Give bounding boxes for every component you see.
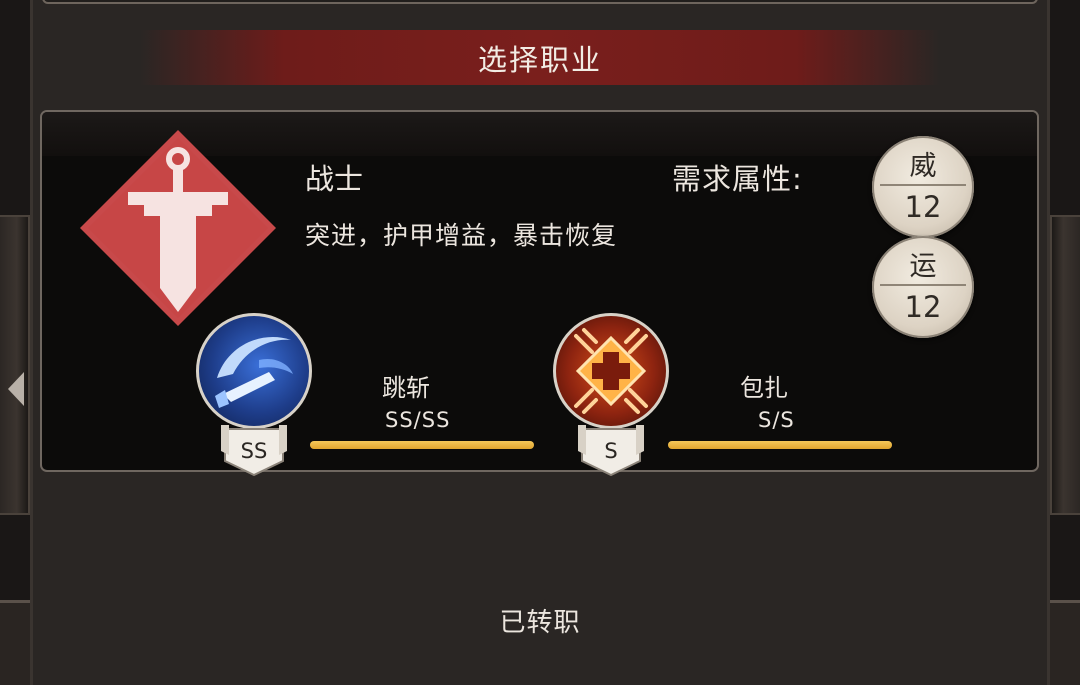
requirement-stat-coin: 威 12: [872, 136, 974, 238]
right-side-frame: [1050, 215, 1080, 515]
rank-text: S: [604, 439, 618, 463]
skill-icon-button[interactable]: [553, 313, 669, 429]
skill-name: 包扎: [740, 374, 788, 402]
bandage-cross-icon: [574, 328, 648, 414]
stat-name: 运: [909, 251, 937, 282]
requirement-label: 需求属性:: [672, 162, 803, 196]
coin-divider: [880, 284, 966, 286]
requirement-stat-coin: 运 12: [872, 236, 974, 338]
skill-grade: SS/SS: [385, 408, 451, 432]
left-side-frame: [0, 215, 30, 515]
class-name: 战士: [305, 162, 364, 196]
rank-badge-label: S: [578, 425, 644, 477]
skill-icon-button[interactable]: [196, 313, 312, 429]
class-description: 突进，护甲增益，暴击恢复: [305, 221, 618, 250]
stat-value: 12: [904, 190, 942, 224]
rank-text: SS: [240, 439, 268, 463]
dialog-title: 选择职业: [477, 42, 602, 77]
leap-slash-icon: [215, 337, 293, 408]
skill-name: 跳斩: [382, 374, 430, 402]
coin-divider: [880, 184, 966, 186]
skill-grade: S/S: [758, 408, 795, 432]
stat-value: 12: [904, 290, 942, 324]
rank-badge-label: SS: [221, 425, 287, 477]
skill-progress-bar: [310, 441, 534, 449]
class-status-button[interactable]: 已转职: [0, 602, 1080, 639]
top-strip: [42, 0, 1038, 4]
sword-icon: [80, 130, 276, 326]
stat-name: 威: [909, 151, 937, 182]
skill-progress-fill: [668, 441, 892, 449]
skill-progress-bar: [668, 441, 892, 449]
back-arrow-icon[interactable]: [8, 372, 24, 406]
skill-progress-fill: [310, 441, 534, 449]
title-bar: 选择职业: [140, 30, 940, 85]
